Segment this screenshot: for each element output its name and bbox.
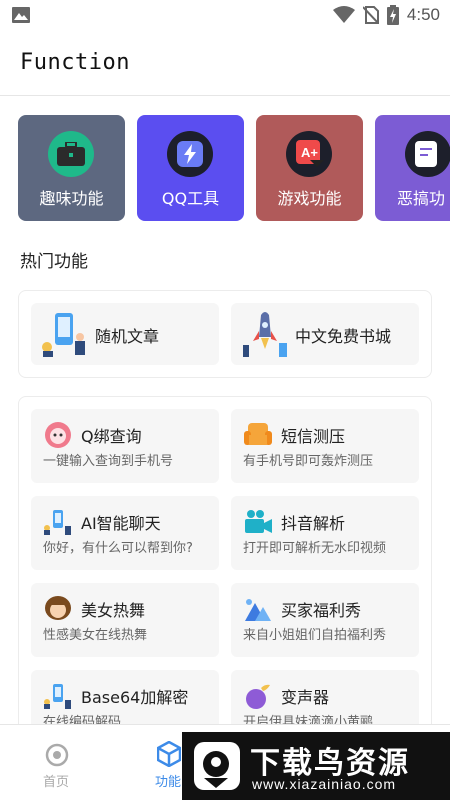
category-label: 趣味功能 <box>39 189 104 208</box>
video-camera-icon <box>245 510 272 533</box>
code-illustration-icon <box>44 684 71 709</box>
hot-item-label: 随机文章 <box>95 327 160 346</box>
pink-lion-icon <box>45 422 71 448</box>
category-card-qq[interactable]: QQ工具 <box>137 115 244 221</box>
feature-desc: 有手机号即可轰炸测压 <box>243 454 374 469</box>
status-bar: 4:50 <box>0 0 450 32</box>
category-label: QQ工具 <box>161 189 220 208</box>
home-circle-icon <box>45 743 69 767</box>
hot-item-random-article[interactable]: 随机文章 <box>31 303 219 365</box>
watermark-logo <box>194 742 240 790</box>
image-icon <box>12 7 30 23</box>
cube-icon <box>157 741 181 767</box>
lightning-icon <box>177 141 203 167</box>
feature-title: 短信测压 <box>281 427 346 446</box>
briefcase-icon <box>57 142 85 166</box>
feature-desc: 来自小姐姐们自拍福利秀 <box>243 628 387 643</box>
feature-desc: 性感美女在线热舞 <box>43 628 148 643</box>
no-sim-icon <box>362 6 379 24</box>
chat-illustration-icon <box>44 510 71 535</box>
category-label: 游戏功能 <box>277 189 342 208</box>
watermark-url: www.xiazainiao.com <box>252 776 397 792</box>
hot-item-bookstore[interactable]: 中文免费书城 <box>231 303 419 365</box>
feature-title: 变声器 <box>281 688 330 707</box>
game-icon: A+ <box>296 140 324 167</box>
feature-desc: 打开即可解析无水印视频 <box>243 541 387 556</box>
orange-sofa-icon <box>244 423 272 445</box>
hot-item-label: 中文免费书城 <box>295 327 392 346</box>
rocket-illustration <box>243 312 287 357</box>
category-label: 恶搞功 <box>397 189 446 208</box>
eggplant-icon <box>246 684 270 709</box>
nav-home[interactable]: 首页 <box>0 725 112 800</box>
feature-douyin-parse[interactable]: 抖音解析 打开即可解析无水印视频 <box>231 496 419 570</box>
feature-ai-chat[interactable]: AI智能聊天 你好，有什么可以帮到你? <box>31 496 219 570</box>
feature-title: 美女热舞 <box>81 601 146 620</box>
category-card-prank[interactable]: 恶搞功 <box>375 115 450 221</box>
features-panel: Q绑查询 一键输入查询到手机号 短信测压 有手机号即可轰炸测压 AI智能聊天 你… <box>18 396 432 736</box>
feature-title: AI智能聊天 <box>81 514 161 533</box>
feature-title: Q绑查询 <box>81 427 142 446</box>
hot-features-panel: 随机文章 中文免费书城 <box>18 290 432 378</box>
feature-title: 买家福利秀 <box>281 601 362 620</box>
category-card-game[interactable]: A+ 游戏功能 <box>256 115 363 221</box>
bird-logo-icon <box>203 751 229 788</box>
feature-buyer-show[interactable]: 买家福利秀 来自小姐姐们自拍福利秀 <box>231 583 419 657</box>
feature-dance[interactable]: 美女热舞 性感美女在线热舞 <box>31 583 219 657</box>
feature-qq-lookup[interactable]: Q绑查询 一键输入查询到手机号 <box>31 409 219 483</box>
feature-sms-test[interactable]: 短信测压 有手机号即可轰炸测压 <box>231 409 419 483</box>
category-row: 趣味功能 QQ工具 A+ 游戏功能 恶搞功 <box>18 115 450 221</box>
mountain-icon <box>245 599 271 621</box>
nav-label: 首页 <box>42 775 69 790</box>
article-illustration <box>42 313 85 357</box>
status-time: 4:50 <box>406 5 440 24</box>
feature-desc: 你好，有什么可以帮到你? <box>43 541 193 556</box>
feature-desc: 一键输入查询到手机号 <box>43 454 174 469</box>
page-title: Function <box>20 50 130 75</box>
wifi-icon <box>332 6 355 23</box>
feature-title: Base64加解密 <box>81 688 189 707</box>
feature-title: 抖音解析 <box>281 514 346 533</box>
watermark: 下载鸟资源 www.xiazainiao.com <box>182 732 450 800</box>
hot-section-title: 热门功能 <box>20 252 88 272</box>
app-bar: Function <box>0 32 450 96</box>
svg-text:A+: A+ <box>301 145 318 160</box>
note-icon <box>415 141 437 167</box>
girl-avatar-icon <box>45 596 71 620</box>
battery-charging-icon <box>386 5 399 25</box>
category-card-fun[interactable]: 趣味功能 <box>18 115 125 221</box>
